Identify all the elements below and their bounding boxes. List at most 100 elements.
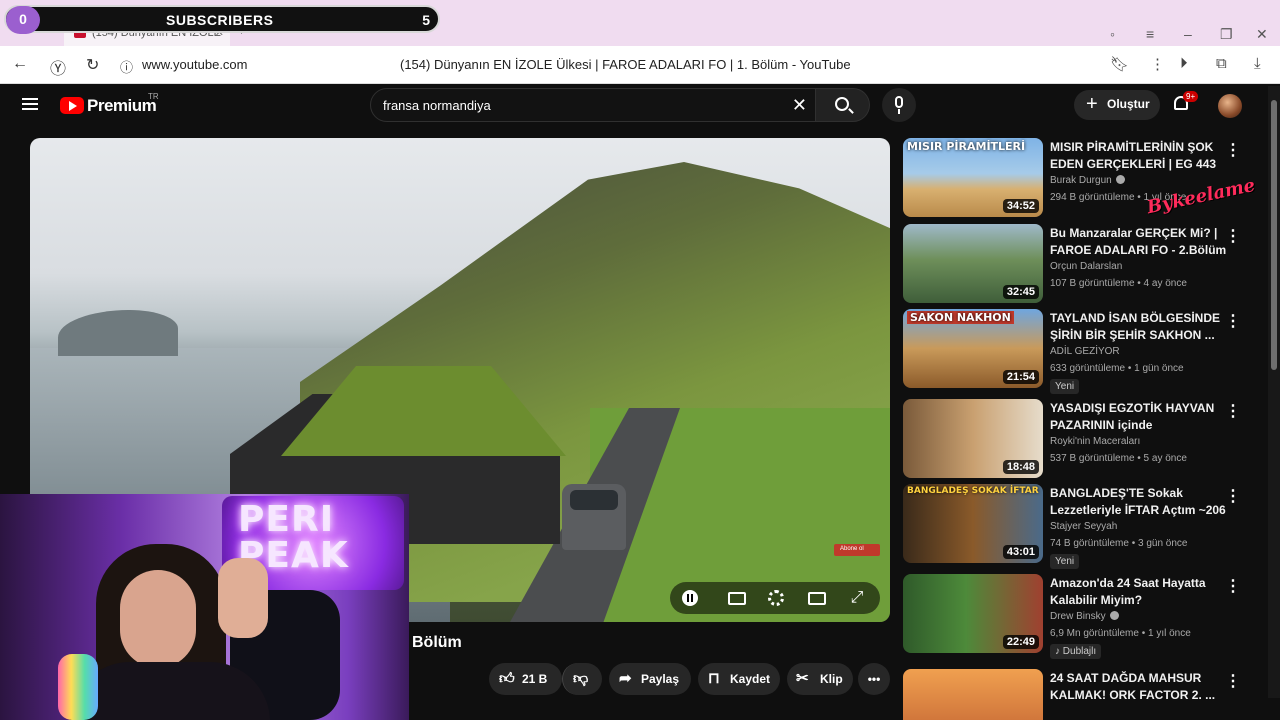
dubbed-label: Dublajlı: [1062, 646, 1097, 657]
theater-mode-icon[interactable]: [808, 592, 826, 605]
video-title[interactable]: YASADIŞI EGZOTİK HAYVAN PAZARININ içinde: [1050, 400, 1230, 434]
minimize-icon[interactable]: –: [1184, 26, 1192, 42]
download-icon[interactable]: ⤓: [1254, 55, 1261, 72]
save-label: Kaydet: [730, 672, 771, 686]
yandex-icon[interactable]: Ⓨ: [50, 55, 66, 79]
voice-search-button[interactable]: [882, 88, 916, 122]
subtitles-icon[interactable]: [728, 592, 746, 605]
video-title[interactable]: MISIR PİRAMİTLERİNİN ŞOK EDEN GERÇEKLERİ…: [1050, 139, 1230, 173]
channel-name[interactable]: Royki'nin Maceraları: [1050, 436, 1140, 447]
microphone-icon: [895, 96, 903, 108]
create-button[interactable]: + Oluştur: [1074, 90, 1160, 120]
streamer-body: [70, 662, 270, 720]
video-thumbnail[interactable]: 18:48: [903, 399, 1043, 478]
menu-icon[interactable]: ≡: [1146, 26, 1154, 42]
duration-badge: 18:48: [1002, 460, 1039, 474]
media-icon[interactable]: ⏵: [1180, 55, 1188, 72]
subscriber-goal: 5: [422, 12, 430, 28]
video-title[interactable]: TAYLAND İSAN BÖLGESİNDE ŞİRİN BİR ŞEHİR …: [1050, 310, 1230, 344]
share-label: Paylaş: [641, 672, 680, 686]
kebab-menu-icon[interactable]: ⋮: [1225, 576, 1241, 596]
duration-badge: 34:52: [1002, 199, 1039, 213]
list-item[interactable]: 18:48 YASADIŞI EGZOTİK HAYVAN PAZARININ …: [903, 399, 1263, 479]
brand-label[interactable]: Premium: [87, 96, 157, 116]
thumbnail-text: SAKON NAKHON: [907, 311, 1014, 324]
back-icon[interactable]: ←: [12, 55, 28, 73]
channel-name[interactable]: Burak Durgun: [1050, 175, 1125, 186]
clip-button[interactable]: ✂ Klip: [787, 663, 853, 695]
video-thumbnail[interactable]: [903, 669, 1043, 720]
channel-name[interactable]: Drew Binsky: [1050, 611, 1119, 622]
share-icon: ➦: [619, 670, 632, 687]
close-window-icon[interactable]: ✕: [1256, 26, 1268, 43]
duration-badge: 22:49: [1002, 635, 1039, 649]
verified-icon: [1109, 611, 1119, 620]
subscriber-label: SUBSCRIBERS: [166, 12, 274, 28]
channel-name[interactable]: Stajyer Seyyah: [1050, 521, 1117, 532]
streamer-hand: [218, 558, 268, 638]
duration-badge: 21:54: [1002, 370, 1039, 384]
video-thumbnail[interactable]: SAKON NAKHON 21:54: [903, 309, 1043, 388]
list-item[interactable]: 22:49 Amazon'da 24 Saat Hayatta Kalabili…: [903, 574, 1263, 659]
pause-icon[interactable]: [682, 590, 698, 606]
rgb-microphone: [58, 654, 98, 720]
url-field[interactable]: www.youtube.com: [142, 57, 248, 72]
restore-icon[interactable]: ❐: [1220, 26, 1233, 43]
plus-icon: +: [1086, 93, 1098, 115]
thumbnail-text: MISIR PİRAMİTLERİ: [907, 140, 1026, 153]
search-button[interactable]: [816, 88, 870, 122]
site-info-icon[interactable]: ⓘ: [120, 57, 133, 76]
settings-gear-icon[interactable]: [768, 590, 784, 606]
neon-sign-text: PERI PEAK: [238, 499, 349, 576]
thumbs-down-icon: 👎︎: [573, 670, 589, 687]
duration-badge: 43:01: [1002, 545, 1039, 559]
video-frame-car: [562, 484, 626, 550]
dislike-button[interactable]: 👎︎: [562, 663, 602, 695]
like-count: 21 B: [522, 672, 548, 686]
like-button[interactable]: 👍︎ 21 B: [489, 663, 562, 695]
video-thumbnail[interactable]: 32:45: [903, 224, 1043, 303]
reload-icon[interactable]: ↻: [86, 55, 99, 75]
microphone-stand: [898, 109, 900, 114]
kebab-menu-icon[interactable]: ⋮: [1225, 226, 1241, 246]
list-item[interactable]: 32:45 Bu Manzaralar GERÇEK Mi? | FAROE A…: [903, 224, 1263, 304]
fullscreen-icon[interactable]: ⤢: [846, 588, 868, 608]
more-icon[interactable]: ⋮: [1150, 55, 1165, 73]
dubbed-icon: ♪: [1055, 646, 1063, 657]
extensions-icon[interactable]: ⧉: [1216, 55, 1227, 72]
share-button[interactable]: ➦ Paylaş: [609, 663, 691, 695]
more-actions-button[interactable]: •••: [858, 663, 890, 695]
youtube-logo-icon[interactable]: [60, 97, 84, 114]
kebab-menu-icon[interactable]: ⋮: [1225, 671, 1241, 691]
video-title[interactable]: Bu Manzaralar GERÇEK Mi? | FAROE ADALARI…: [1050, 225, 1230, 259]
clear-search-icon[interactable]: ✕: [792, 95, 807, 116]
kebab-menu-icon[interactable]: ⋮: [1225, 311, 1241, 331]
save-button[interactable]: ⊓ Kaydet: [698, 663, 780, 695]
kebab-menu-icon[interactable]: ⋮: [1225, 401, 1241, 421]
video-title[interactable]: Amazon'da 24 Saat Hayatta Kalabilir Miyi…: [1050, 575, 1230, 609]
video-thumbnail[interactable]: 22:49: [903, 574, 1043, 653]
avatar[interactable]: [1218, 94, 1242, 118]
list-item[interactable]: 24 SAAT DAĞDA MAHSUR KALMAK! ORK FACTOR …: [903, 669, 1263, 720]
search-input[interactable]: fransa normandiya ✕: [370, 88, 816, 122]
channel-name[interactable]: Orçun Dalarslan: [1050, 261, 1122, 272]
video-thumbnail[interactable]: MISIR PİRAMİTLERİ 34:52: [903, 138, 1043, 217]
list-item[interactable]: MISIR PİRAMİTLERİ 34:52 MISIR PİRAMİTLER…: [903, 138, 1263, 218]
video-title[interactable]: BANGLADEŞ'TE Sokak Lezzetleriyle İFTAR A…: [1050, 485, 1230, 519]
profile-icon[interactable]: ◦: [1110, 26, 1115, 42]
youtube-header: Premium TR fransa normandiya ✕ + Oluştur…: [0, 84, 1280, 128]
kebab-menu-icon[interactable]: ⋮: [1225, 486, 1241, 506]
hamburger-menu-icon[interactable]: [22, 98, 38, 110]
dubbed-badge: ♪ Dublajlı: [1050, 644, 1102, 659]
scrollbar-thumb[interactable]: [1271, 100, 1277, 370]
search-query: fransa normandiya: [383, 98, 491, 113]
list-item[interactable]: BANGLADEŞ SOKAK İFTAR 43:01 BANGLADEŞ'TE…: [903, 484, 1263, 569]
video-frame-island: [58, 310, 178, 356]
channel-name[interactable]: ADİL GEZİYOR: [1050, 346, 1120, 357]
region-code: TR: [148, 92, 159, 101]
video-thumbnail[interactable]: BANGLADEŞ SOKAK İFTAR 43:01: [903, 484, 1043, 563]
list-item[interactable]: SAKON NAKHON 21:54 TAYLAND İSAN BÖLGESİN…: [903, 309, 1263, 394]
video-title[interactable]: 24 SAAT DAĞDA MAHSUR KALMAK! ORK FACTOR …: [1050, 670, 1230, 704]
kebab-menu-icon[interactable]: ⋮: [1225, 140, 1241, 160]
bookmark-icon[interactable]: 🔖︎: [1110, 55, 1129, 73]
